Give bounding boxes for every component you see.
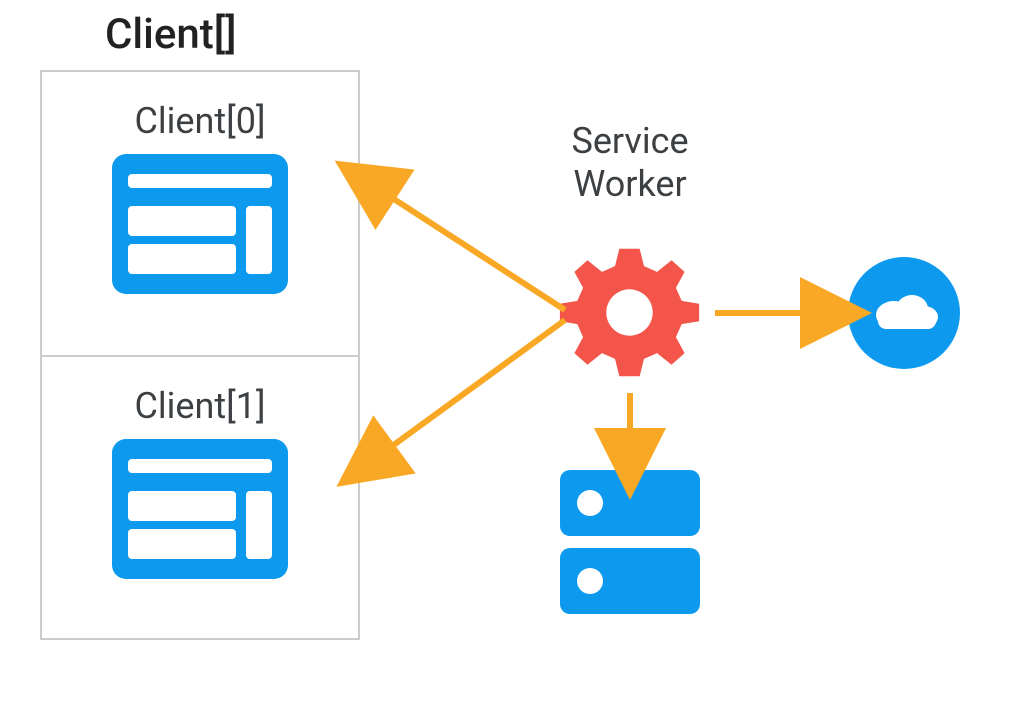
browser-window-icon xyxy=(112,439,288,579)
client-1-label: Client[1] xyxy=(134,385,265,427)
arrow-sw-to-client0 xyxy=(360,170,580,320)
client-1-box: Client[1] xyxy=(40,355,360,640)
arrow-sw-to-cloud xyxy=(710,298,840,328)
service-worker-label-line1: Service xyxy=(571,120,688,162)
cloud-icon xyxy=(848,257,960,369)
service-worker-label-line2: Worker xyxy=(573,163,686,205)
client-0-label: Client[0] xyxy=(134,100,265,142)
server-icon xyxy=(560,470,700,620)
browser-window-icon xyxy=(112,154,288,294)
clients-container: Client[0] Client[1] xyxy=(40,70,360,640)
client-0-box: Client[0] xyxy=(40,70,360,355)
clients-title: Client[] xyxy=(105,10,237,59)
arrow-sw-to-client1 xyxy=(360,310,580,470)
arrow-sw-to-server xyxy=(615,388,645,468)
